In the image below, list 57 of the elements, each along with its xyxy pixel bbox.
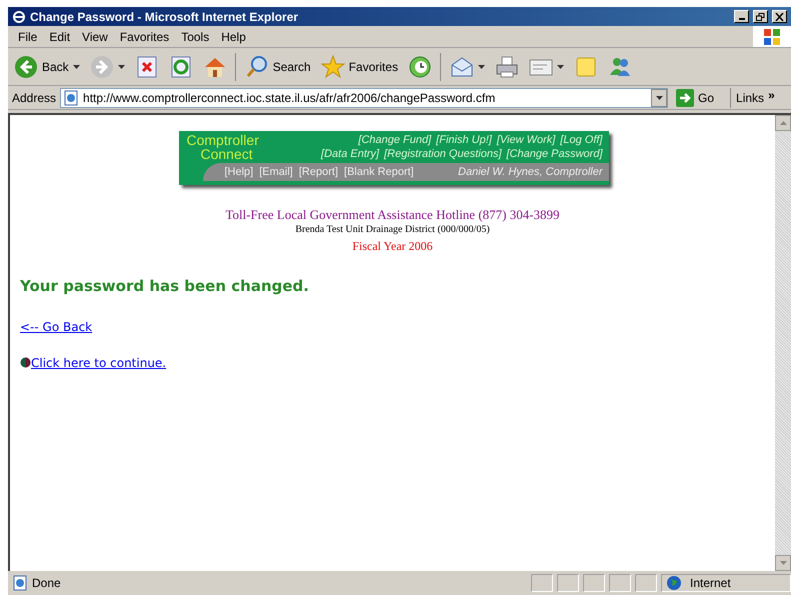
windows-flag-icon bbox=[763, 28, 781, 46]
scroll-down-button[interactable] bbox=[775, 555, 791, 571]
hotline-text: Toll-Free Local Government Assistance Hotline (877) 304-3899 bbox=[225, 207, 560, 223]
back-button[interactable]: Back bbox=[12, 54, 82, 78]
continue-link[interactable]: Click here to continue. bbox=[31, 354, 166, 372]
logo-text: Connect bbox=[200, 147, 253, 161]
bullet-icon bbox=[20, 357, 31, 368]
zone-text: Internet bbox=[690, 575, 731, 592]
favorites-button[interactable]: Favorites bbox=[318, 54, 400, 78]
globe-icon bbox=[666, 575, 682, 591]
note-icon bbox=[574, 54, 598, 78]
search-button[interactable]: Search bbox=[242, 54, 313, 78]
credit-text: Daniel W. Hynes, Comptroller bbox=[458, 164, 602, 180]
close-button[interactable] bbox=[772, 10, 787, 23]
search-icon bbox=[244, 54, 269, 78]
caret-icon bbox=[656, 96, 663, 100]
restore-button[interactable] bbox=[753, 10, 768, 23]
minimize-button[interactable] bbox=[734, 10, 749, 23]
success-message: Your password has been changed. bbox=[20, 276, 309, 297]
status-pane bbox=[557, 574, 579, 592]
dropdown-button[interactable] bbox=[651, 88, 668, 106]
refresh-icon bbox=[168, 54, 193, 78]
go-button[interactable]: Go bbox=[672, 88, 718, 106]
address-label: Address bbox=[12, 90, 56, 106]
page-icon bbox=[63, 90, 80, 106]
links-button[interactable]: Links bbox=[736, 88, 764, 106]
menu-item[interactable]: Help bbox=[215, 28, 252, 46]
star-icon bbox=[320, 54, 345, 78]
status-text: Done bbox=[32, 575, 62, 592]
status-pane bbox=[583, 574, 605, 592]
go-back-link[interactable]: <-- Go Back bbox=[20, 318, 92, 336]
history-icon bbox=[408, 54, 432, 78]
menu-item[interactable]: Edit bbox=[43, 28, 76, 46]
fiscal-year-text: Fiscal Year 2006 bbox=[352, 238, 433, 255]
more-button[interactable]: » bbox=[768, 86, 775, 104]
page-icon bbox=[12, 575, 28, 591]
menu-item[interactable]: Tools bbox=[175, 28, 216, 46]
window-title: Change Password - Microsoft Internet Explorer bbox=[30, 8, 300, 26]
close-icon bbox=[775, 12, 784, 20]
menu-item[interactable]: Favorites bbox=[114, 28, 176, 46]
stop-icon bbox=[134, 54, 159, 78]
printer-icon bbox=[495, 54, 520, 78]
logo-text: Comptroller bbox=[186, 133, 260, 147]
mail-icon bbox=[450, 54, 474, 78]
status-pane bbox=[609, 574, 631, 592]
scroll-up-button[interactable] bbox=[775, 115, 791, 131]
menu-item[interactable]: File bbox=[12, 28, 44, 46]
down-arrow-icon bbox=[780, 561, 786, 565]
menu-item[interactable]: View bbox=[76, 28, 114, 46]
district-text: Brenda Test Unit Drainage District (000/000/05) bbox=[295, 223, 490, 237]
minimize-icon bbox=[738, 18, 744, 20]
address-field[interactable]: http://www.comptrollerconnect.ioc.state.il.us/afr/afr2006/changePassword.cfm bbox=[60, 88, 668, 108]
status-pane bbox=[635, 574, 657, 592]
restore-icon bbox=[756, 12, 765, 20]
status-pane bbox=[531, 574, 553, 592]
browser-logo-icon bbox=[12, 10, 26, 24]
up-arrow-icon bbox=[780, 121, 786, 125]
